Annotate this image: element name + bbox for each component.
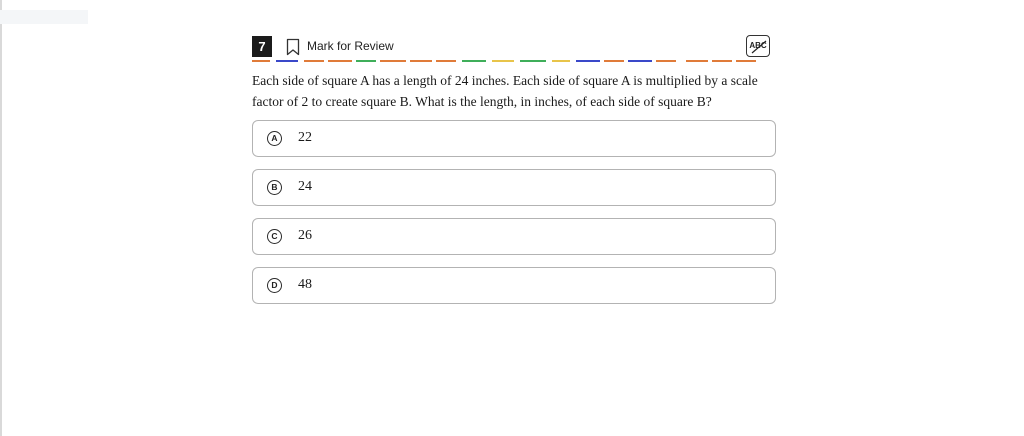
option-letter-b: B bbox=[267, 180, 282, 195]
answer-option-a[interactable]: A 22 bbox=[252, 120, 776, 157]
answer-option-d[interactable]: D 48 bbox=[252, 267, 776, 304]
option-text-d: 48 bbox=[298, 277, 312, 292]
mark-for-review-label[interactable]: Mark for Review bbox=[307, 39, 394, 53]
option-text-b: 24 bbox=[298, 179, 312, 194]
option-letter-d: D bbox=[267, 278, 282, 293]
answer-option-c[interactable]: C 26 bbox=[252, 218, 776, 255]
bookmark-icon[interactable] bbox=[286, 38, 300, 56]
strikethrough-icon bbox=[751, 40, 767, 54]
question-number-badge: 7 bbox=[252, 36, 272, 57]
option-text-c: 26 bbox=[298, 228, 312, 243]
option-text-a: 22 bbox=[298, 130, 312, 145]
option-letter-a: A bbox=[267, 131, 282, 146]
option-letter-c: C bbox=[267, 229, 282, 244]
answer-option-b[interactable]: B 24 bbox=[252, 169, 776, 206]
question-header: 7 Mark for Review ABC bbox=[252, 35, 776, 59]
abc-strikethrough-button[interactable]: ABC bbox=[746, 35, 770, 57]
window-left-border bbox=[0, 0, 2, 436]
top-left-faint-bar bbox=[0, 10, 88, 24]
section-divider-dashes bbox=[252, 60, 776, 62]
question-text: Each side of square A has a length of 24… bbox=[252, 73, 758, 109]
